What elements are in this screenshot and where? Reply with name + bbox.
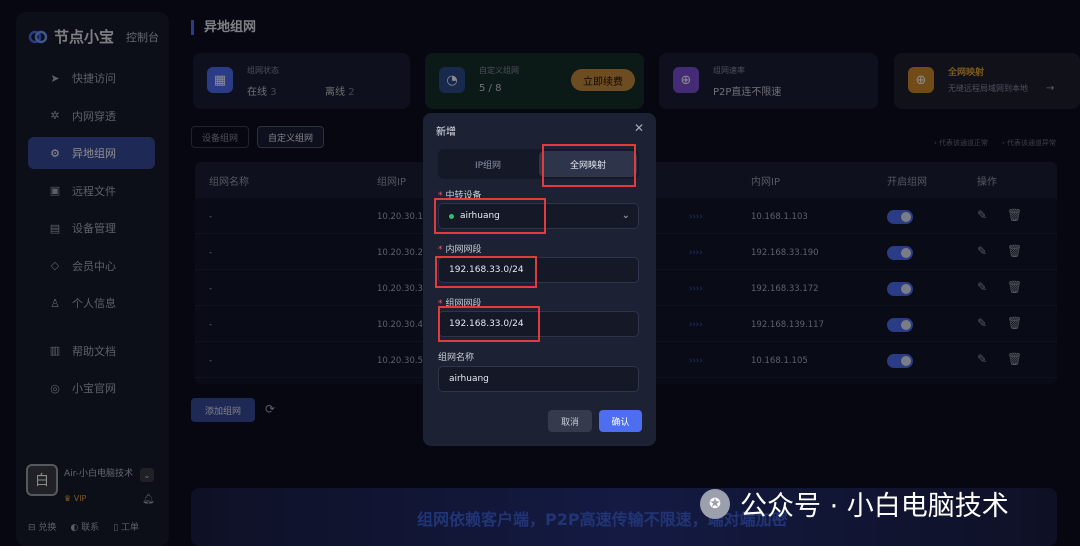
required-mark: * xyxy=(438,191,443,201)
relay-device-label: * 中转设备 xyxy=(438,188,482,201)
dialog-title: 新增 xyxy=(436,127,456,138)
watermark: ✪ 公众号 · 小白电脑技术 xyxy=(700,484,1009,523)
cancel-button[interactable]: 取消 xyxy=(548,410,592,432)
tab-ip-network[interactable]: IP组网 xyxy=(438,149,538,179)
network-name-label: 组网名称 xyxy=(438,353,475,363)
relay-device-value: airhuang xyxy=(460,211,500,221)
confirm-button[interactable]: 确认 xyxy=(599,410,642,432)
lan-segment-label-text: 内网网段 xyxy=(445,245,482,255)
chevron-down-icon: ⌄ xyxy=(621,210,630,221)
network-segment-label-text: 组网网段 xyxy=(445,299,482,309)
required-mark: * xyxy=(438,299,443,309)
watermark-text: 公众号 · 小白电脑技术 xyxy=(740,491,1009,522)
relay-device-label-text: 中转设备 xyxy=(445,191,482,201)
online-dot xyxy=(449,213,454,219)
lan-segment-label: * 内网网段 xyxy=(438,242,482,255)
lan-segment-input[interactable]: 192.168.33.0/24 xyxy=(438,257,639,283)
network-name-input[interactable]: airhuang xyxy=(438,366,639,392)
network-segment-label: * 组网网段 xyxy=(438,296,482,309)
close-icon[interactable]: ✕ xyxy=(634,121,644,135)
mode-switch: IP组网 全网映射 xyxy=(438,149,639,179)
required-mark: * xyxy=(438,245,443,255)
relay-device-select[interactable]: airhuang ⌄ xyxy=(438,203,639,229)
network-segment-input[interactable]: 192.168.33.0/24 xyxy=(438,311,639,337)
add-network-dialog: 新增 ✕ IP组网 全网映射 * 中转设备 airhuang ⌄ * 内网网段 19… xyxy=(423,113,656,446)
tab-full-mapping[interactable]: 全网映射 xyxy=(539,151,637,177)
wechat-icon: ✪ xyxy=(700,488,730,519)
